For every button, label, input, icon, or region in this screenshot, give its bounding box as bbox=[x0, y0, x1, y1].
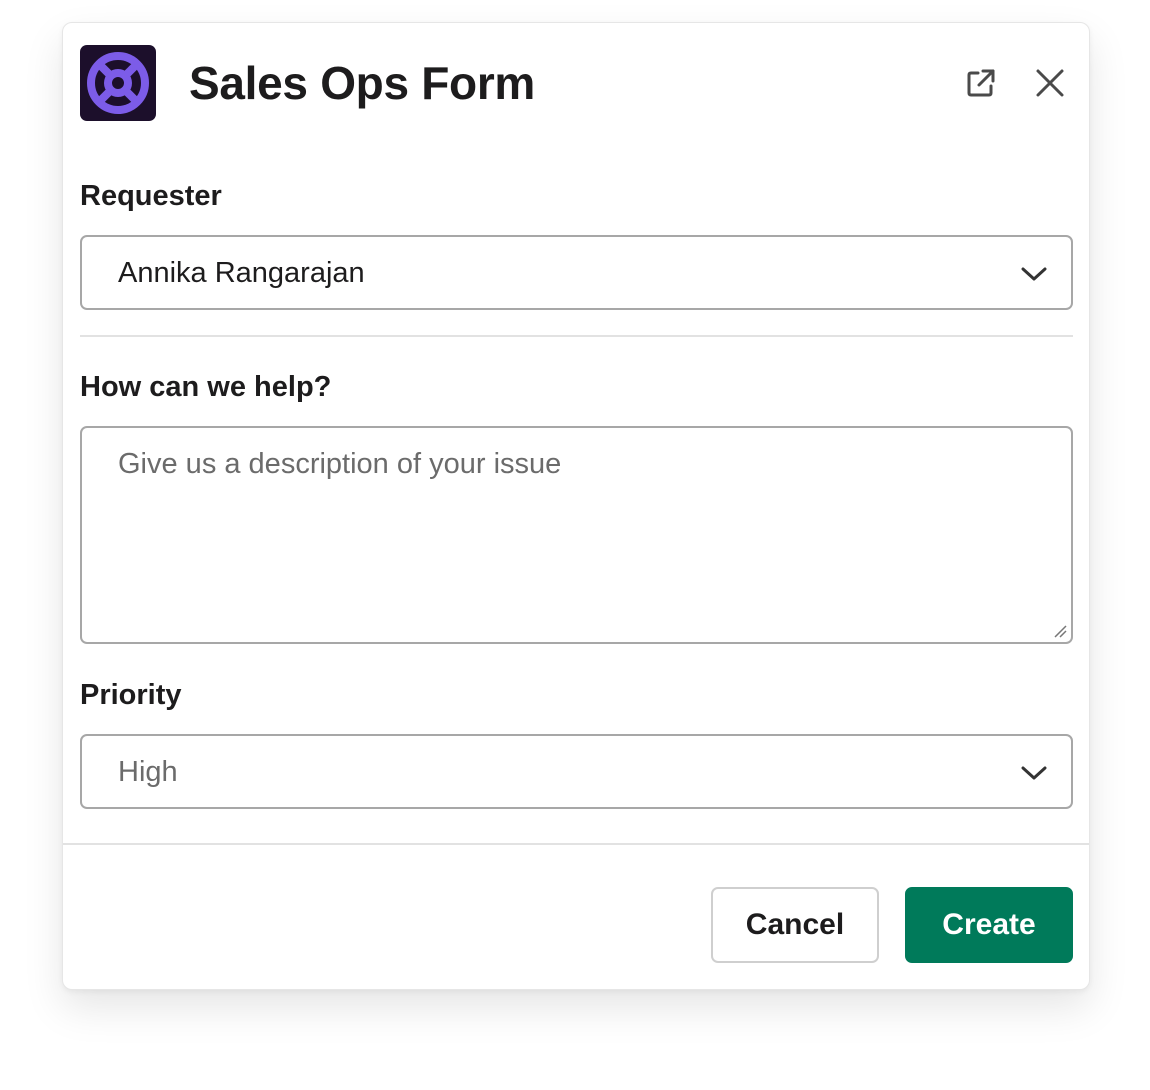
priority-select[interactable]: High bbox=[80, 734, 1073, 809]
modal-header: Sales Ops Form bbox=[63, 23, 1089, 143]
open-in-new-window-button[interactable] bbox=[961, 63, 1001, 103]
chevron-down-icon bbox=[1019, 758, 1049, 788]
footer-divider bbox=[63, 843, 1089, 845]
requester-select[interactable]: Annika Rangarajan bbox=[80, 235, 1073, 310]
priority-value: High bbox=[118, 756, 178, 788]
description-textarea[interactable]: Give us a description of your issue bbox=[80, 426, 1073, 644]
create-button[interactable]: Create bbox=[905, 887, 1073, 963]
external-link-icon bbox=[967, 69, 995, 97]
close-button[interactable] bbox=[1030, 63, 1070, 103]
help-label: How can we help? bbox=[80, 371, 332, 403]
chevron-down-icon bbox=[1019, 259, 1049, 289]
sales-ops-form-modal: Sales Ops Form Requester Annika Rangaraj… bbox=[62, 22, 1090, 990]
priority-label: Priority bbox=[80, 679, 182, 711]
requester-value: Annika Rangarajan bbox=[118, 257, 365, 289]
requester-label: Requester bbox=[80, 180, 222, 212]
resize-grip-icon[interactable] bbox=[1051, 622, 1067, 638]
section-divider bbox=[80, 335, 1073, 337]
cancel-button[interactable]: Cancel bbox=[711, 887, 879, 963]
lifebuoy-icon bbox=[87, 52, 149, 114]
close-icon bbox=[1036, 69, 1064, 97]
app-logo bbox=[80, 45, 156, 121]
modal-title: Sales Ops Form bbox=[189, 57, 536, 109]
description-placeholder: Give us a description of your issue bbox=[118, 448, 562, 480]
